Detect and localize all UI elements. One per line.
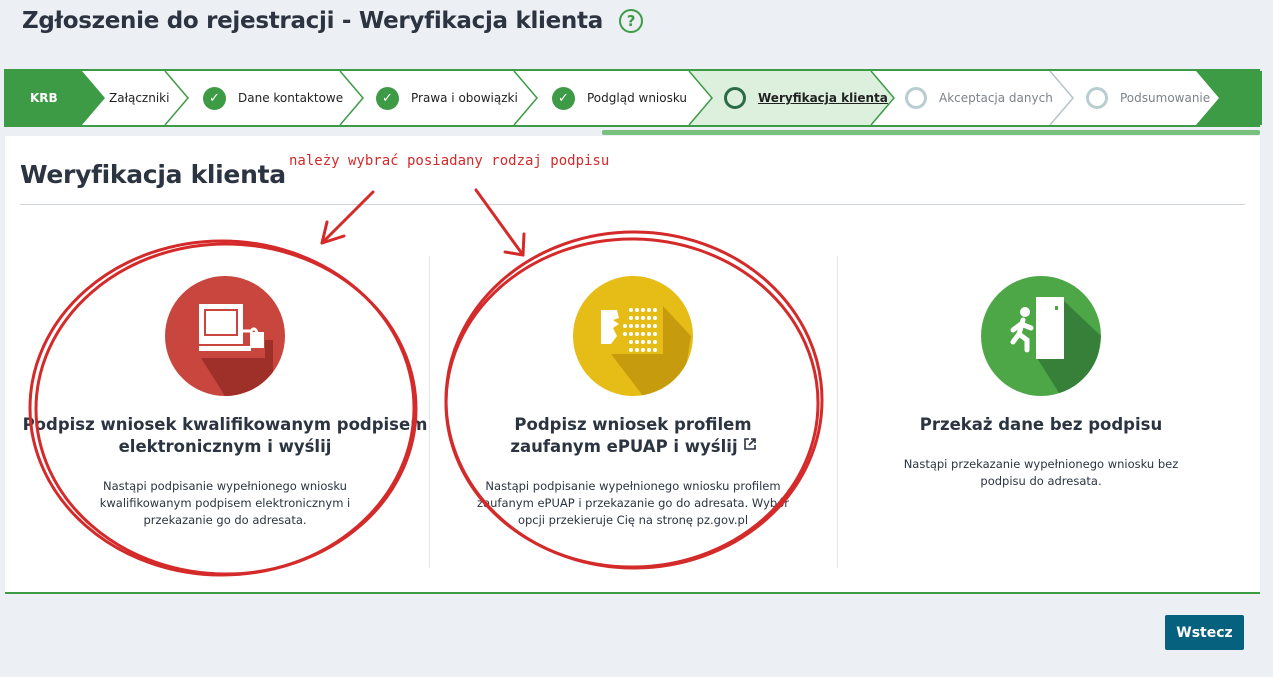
main-panel: Weryfikacja klienta należy wybrać posiad… [5,136,1260,594]
page-title: Zgłoszenie do rejestracji - Weryfikacja … [22,8,643,34]
step-weryfikacja-klienta[interactable]: Weryfikacja klienta [724,71,888,125]
back-button[interactable]: Wstecz [1165,615,1244,650]
external-link-icon [743,438,756,450]
circle-icon [905,87,927,109]
option-description: Nastąpi przekazanie wypełnionego wniosku… [903,457,1179,488]
computer-signature-icon [165,276,285,396]
stepper: KRB Załączniki ✓ Dane kontaktowe ✓ Prawa… [4,69,1262,127]
step-krb[interactable]: KRB [30,71,58,125]
check-icon: ✓ [552,86,575,110]
check-icon: ✓ [203,86,226,110]
help-icon[interactable]: ? [618,9,643,33]
step-zalaczniki[interactable]: Załączniki [109,71,169,125]
circle-icon [724,87,746,109]
person-exit-icon [981,276,1101,396]
section-title: Weryfikacja klienta [20,160,286,189]
check-icon: ✓ [376,86,399,110]
annotation-text: należy wybrać posiadany rodzaj podpisu [289,153,610,169]
option-title[interactable]: Podpisz wniosek kwalifikowanym podpisem … [21,414,429,458]
step-podglad-wniosku[interactable]: ✓ Podgląd wniosku [552,71,687,125]
step-prawa-i-obowiazki[interactable]: ✓ Prawa i obowiązki [376,71,518,125]
option-qualified-signature[interactable]: Podpisz wniosek kwalifikowanym podpisem … [21,276,429,529]
step-akceptacja-danych[interactable]: Akceptacja danych [905,71,1053,125]
option-no-signature[interactable]: Przekaż dane bez podpisu Nastąpi przekaz… [837,276,1245,490]
option-title[interactable]: Podpisz wniosek profilem zaufanym ePUAP … [429,414,837,458]
progress-indicator [602,130,1260,135]
step-dane-kontaktowe[interactable]: ✓ Dane kontaktowe [203,71,343,125]
option-trusted-profile[interactable]: Podpisz wniosek profilem zaufanym ePUAP … [429,276,837,529]
option-description: Nastąpi podpisanie wypełnionego wniosku … [99,479,351,527]
page-title-text: Zgłoszenie do rejestracji - Weryfikacja … [22,8,603,34]
section-divider [20,204,1245,205]
circle-icon [1086,87,1108,109]
option-title[interactable]: Przekaż dane bez podpisu [837,414,1245,436]
face-id-icon [573,276,693,396]
step-podsumowanie[interactable]: Podsumowanie [1086,71,1210,125]
option-description: Nastąpi podpisanie wypełnionego wniosku … [477,479,789,527]
